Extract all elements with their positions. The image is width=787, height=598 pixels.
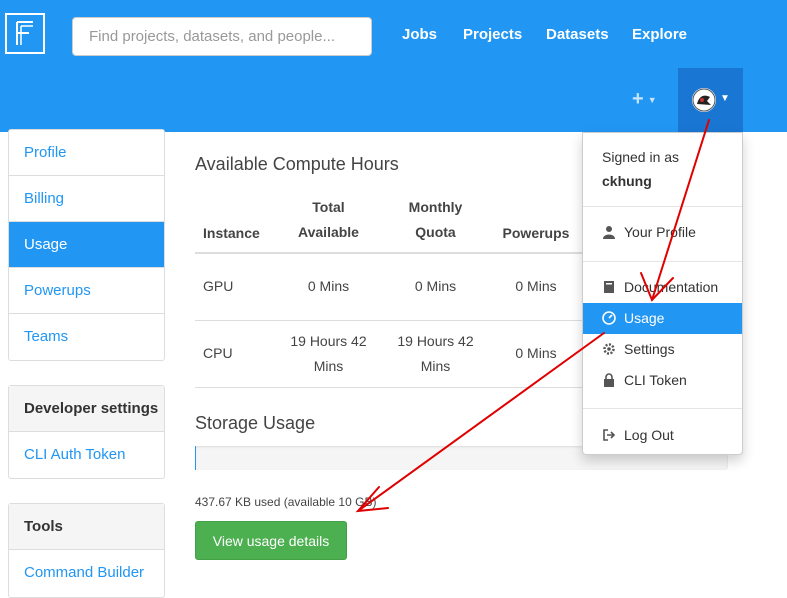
menu-divider	[583, 206, 742, 207]
table-cell: 19 Hours 42 Mins	[382, 320, 489, 388]
storage-used-text: 437.67 KB used (available 10 GB)	[195, 495, 377, 509]
user-dropdown-menu: Signed in as ckhung Your Profile Documen…	[582, 132, 743, 455]
floydhub-logo-icon[interactable]	[5, 13, 45, 54]
book-icon	[604, 281, 614, 293]
nav-explore[interactable]: Explore	[632, 26, 687, 43]
column-header: Instance	[195, 188, 275, 254]
storage-usage-title: Storage Usage	[195, 413, 316, 433]
view-usage-details-button[interactable]: View usage details	[195, 521, 347, 560]
menu-item-documentation[interactable]: Documentation	[583, 272, 742, 303]
sidebar-item-usage[interactable]: Usage	[9, 222, 164, 268]
developer-settings-menu: Developer settings CLI Auth Token	[8, 385, 165, 479]
table-row: CPU 19 Hours 42 Mins 19 Hours 42 Mins 0 …	[195, 320, 643, 388]
logout-icon	[603, 429, 616, 441]
user-menu-button[interactable]: ▼	[678, 68, 743, 132]
column-header: Total Available	[275, 188, 382, 254]
nav-datasets[interactable]: Datasets	[546, 26, 609, 43]
create-new-button[interactable]: + ▼	[632, 88, 657, 111]
plus-icon: +	[632, 88, 644, 110]
sidebar-item-command-builder[interactable]: Command Builder	[9, 550, 164, 596]
column-header: Powerups	[489, 188, 583, 254]
caret-down-icon: ▼	[720, 93, 730, 104]
nav-jobs[interactable]: Jobs	[402, 26, 437, 43]
sidebar-item-cli-auth-token[interactable]: CLI Auth Token	[9, 432, 164, 478]
menu-divider	[583, 261, 742, 262]
compute-hours-title: Available Compute Hours	[195, 154, 399, 174]
table-cell: 0 Mins	[489, 253, 583, 321]
nav-projects[interactable]: Projects	[463, 26, 522, 43]
menu-item-cli-token[interactable]: CLI Token	[583, 365, 742, 396]
avatar	[692, 88, 716, 112]
dashboard-icon	[602, 311, 616, 325]
sidebar-item-billing[interactable]: Billing	[9, 176, 164, 222]
table-cell: 19 Hours 42 Mins	[275, 320, 382, 388]
table-cell: CPU	[195, 320, 275, 388]
column-header: Monthly Quota	[382, 188, 489, 254]
menu-item-settings[interactable]: Settings	[583, 334, 742, 365]
compute-hours-table: Instance Total Available Monthly Quota P…	[195, 188, 643, 388]
gear-icon	[603, 343, 615, 355]
table-cell: 0 Mins	[489, 320, 583, 388]
search-input[interactable]	[72, 17, 372, 56]
menu-item-log-out[interactable]: Log Out	[583, 420, 742, 451]
caret-down-icon: ▼	[647, 94, 657, 105]
table-row: GPU 0 Mins 0 Mins 0 Mins	[195, 253, 643, 321]
sidebar-item-profile[interactable]: Profile	[9, 130, 164, 176]
menu-item-your-profile[interactable]: Your Profile	[583, 217, 742, 248]
signed-in-label: Signed in as	[602, 149, 680, 165]
tools-heading: Tools	[9, 504, 164, 550]
developer-settings-heading: Developer settings	[9, 386, 164, 432]
menu-divider	[583, 408, 742, 409]
table-cell: 0 Mins	[275, 253, 382, 321]
menu-item-usage[interactable]: Usage	[583, 303, 742, 334]
user-icon	[603, 226, 615, 239]
signed-in-info: Signed in as ckhung	[602, 145, 679, 193]
sidebar-item-powerups[interactable]: Powerups	[9, 268, 164, 314]
username: ckhung	[602, 173, 652, 189]
sidebar-item-teams[interactable]: Teams	[9, 314, 164, 360]
storage-progress-fill	[195, 446, 197, 470]
table-header-row: Instance Total Available Monthly Quota P…	[195, 188, 643, 254]
lock-icon	[604, 373, 614, 387]
table-cell: 0 Mins	[382, 253, 489, 321]
account-settings-menu: Profile Billing Usage Powerups Teams	[8, 129, 165, 361]
tools-menu: Tools Command Builder	[8, 503, 165, 598]
top-navbar: Jobs Projects Datasets Explore +▼ ▼	[0, 0, 787, 132]
table-cell: GPU	[195, 253, 275, 321]
